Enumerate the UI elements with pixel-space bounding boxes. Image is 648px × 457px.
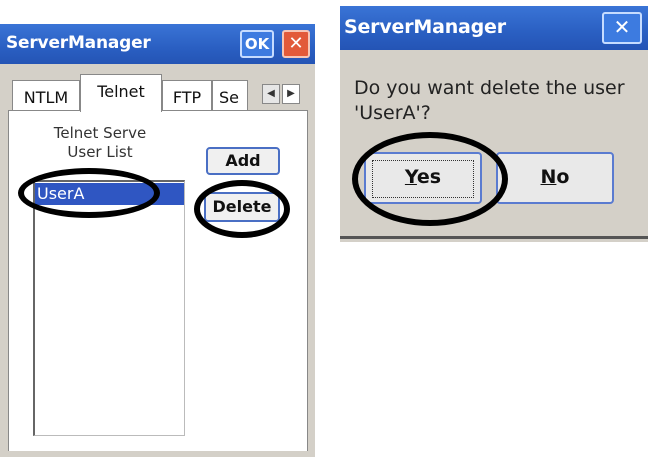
tab-scroll-left-icon[interactable]: ◀ [262, 84, 280, 104]
user-listbox[interactable] [33, 180, 185, 436]
close-icon[interactable]: ✕ [282, 30, 310, 58]
tab-ftp[interactable]: FTP [162, 80, 212, 110]
tab-ntlm[interactable]: NTLM [12, 80, 80, 110]
dialog-title: ServerManager [344, 16, 506, 38]
user-list-label: Telnet Serve User List [53, 124, 147, 161]
no-button[interactable]: No [496, 152, 614, 204]
dialog-titlebar: ServerManager ✕ [340, 6, 648, 50]
window-titlebar: ServerManager OK ✕ [0, 24, 315, 64]
annotation-circle-delete [194, 180, 290, 238]
add-button[interactable]: Add [206, 147, 280, 175]
dialog-bottom-edge [340, 236, 648, 239]
window-title: ServerManager [6, 33, 151, 53]
ok-button[interactable]: OK [240, 30, 274, 58]
tab-scroll-right-icon[interactable]: ▶ [282, 84, 300, 104]
annotation-circle-yes [352, 132, 508, 226]
tab-se[interactable]: Se [212, 80, 248, 110]
annotation-circle-user [18, 168, 160, 218]
dialog-message: Do you want delete the user 'UserA'? [354, 77, 625, 124]
dialog-close-icon[interactable]: ✕ [602, 12, 642, 44]
tab-telnet[interactable]: Telnet [80, 74, 162, 112]
